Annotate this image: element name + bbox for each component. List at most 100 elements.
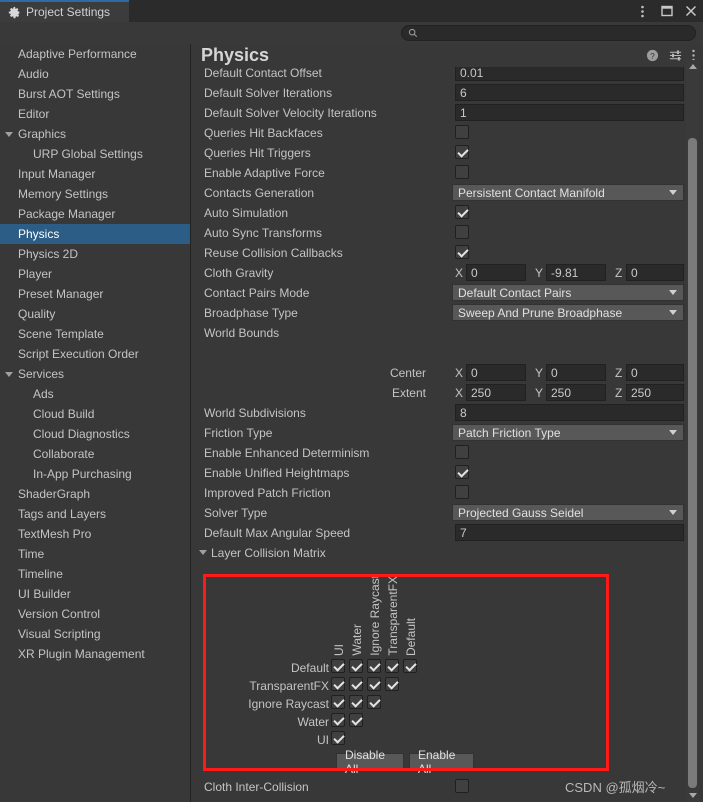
- sidebar-item-visual-scripting[interactable]: Visual Scripting: [0, 624, 190, 644]
- sidebar-item-textmesh-pro[interactable]: TextMesh Pro: [0, 524, 190, 544]
- dropdown-contacts-generation[interactable]: Persistent Contact Manifold: [452, 184, 684, 201]
- sidebar-item-adaptive-performance[interactable]: Adaptive Performance: [0, 44, 190, 64]
- checkbox-improved-patch-friction[interactable]: [455, 485, 469, 499]
- checkbox-enable-unified-heightmaps[interactable]: [455, 465, 469, 479]
- matrix-checkbox[interactable]: [367, 659, 381, 673]
- preset-icon[interactable]: [669, 49, 682, 62]
- matrix-checkbox[interactable]: [349, 659, 363, 673]
- matrix-checkbox[interactable]: [349, 713, 363, 727]
- axis-input-z[interactable]: 0: [626, 364, 684, 381]
- sidebar-item-script-execution-order[interactable]: Script Execution Order: [0, 344, 190, 364]
- axis-input-y[interactable]: 0: [546, 364, 606, 381]
- sidebar-item-tags-and-layers[interactable]: Tags and Layers: [0, 504, 190, 524]
- vector-prefix-label: Extent: [391, 386, 426, 400]
- sidebar-item-ui-builder[interactable]: UI Builder: [0, 584, 190, 604]
- matrix-checkbox[interactable]: [349, 677, 363, 691]
- sidebar-item-urp-global-settings[interactable]: URP Global Settings: [0, 144, 190, 164]
- sidebar-item-version-control[interactable]: Version Control: [0, 604, 190, 624]
- scroll-up-icon[interactable]: [686, 60, 699, 73]
- sidebar-item-collaborate[interactable]: Collaborate: [0, 444, 190, 464]
- sidebar-item-audio[interactable]: Audio: [0, 64, 190, 84]
- sidebar-item-quality[interactable]: Quality: [0, 304, 190, 324]
- scrollbar-thumb[interactable]: [688, 138, 697, 788]
- matrix-checkbox[interactable]: [331, 731, 345, 745]
- sidebar-item-editor[interactable]: Editor: [0, 104, 190, 124]
- field-input-world-subdivisions[interactable]: 8: [455, 404, 684, 421]
- dropdown-broadphase-type[interactable]: Sweep And Prune Broadphase: [452, 304, 684, 321]
- sidebar-item-time[interactable]: Time: [0, 544, 190, 564]
- field-input-default-solver-iterations[interactable]: 6: [455, 84, 684, 101]
- matrix-checkbox[interactable]: [331, 713, 345, 727]
- enable-all-button[interactable]: Enable All: [409, 748, 474, 776]
- sidebar-item-physics-2d[interactable]: Physics 2D: [0, 244, 190, 264]
- axis-input-z[interactable]: 0: [626, 264, 684, 281]
- search-input[interactable]: [421, 27, 691, 39]
- scroll-down-icon[interactable]: [686, 789, 699, 802]
- axis-input-y[interactable]: -9.81: [546, 264, 606, 281]
- sidebar-item-xr-plugin-management[interactable]: XR Plugin Management: [0, 644, 190, 664]
- sidebar-item-physics[interactable]: Physics: [0, 224, 190, 244]
- vertical-scrollbar[interactable]: [686, 60, 699, 802]
- matrix-checkbox[interactable]: [331, 659, 345, 673]
- checkbox-auto-sync-transforms[interactable]: [455, 225, 469, 239]
- chevron-down-icon[interactable]: [5, 131, 13, 137]
- sidebar-item-preset-manager[interactable]: Preset Manager: [0, 284, 190, 304]
- matrix-checkbox[interactable]: [367, 695, 381, 709]
- matrix-column-label: UI: [332, 644, 346, 656]
- checkbox-enable-adaptive-force[interactable]: [455, 165, 469, 179]
- sidebar-item-input-manager[interactable]: Input Manager: [0, 164, 190, 184]
- axis-input-z[interactable]: 250: [626, 384, 684, 401]
- checkbox-reuse-collision-callbacks[interactable]: [455, 245, 469, 259]
- scrollbar-track[interactable]: [686, 73, 699, 789]
- sidebar-item-cloud-diagnostics[interactable]: Cloud Diagnostics: [0, 424, 190, 444]
- sidebar-item-player[interactable]: Player: [0, 264, 190, 284]
- tab-project-settings[interactable]: Project Settings: [0, 0, 129, 22]
- sidebar-item-package-manager[interactable]: Package Manager: [0, 204, 190, 224]
- axis-input-x[interactable]: 250: [466, 384, 526, 401]
- matrix-checkbox[interactable]: [385, 677, 399, 691]
- sidebar-item-scene-template[interactable]: Scene Template: [0, 324, 190, 344]
- matrix-checkbox[interactable]: [331, 677, 345, 691]
- sidebar-item-burst-aot-settings[interactable]: Burst AOT Settings: [0, 84, 190, 104]
- foldout-layer-collision-matrix[interactable]: Layer Collision Matrix: [199, 546, 326, 560]
- sidebar-item-memory-settings[interactable]: Memory Settings: [0, 184, 190, 204]
- sidebar-item-cloud-build[interactable]: Cloud Build: [0, 404, 190, 424]
- axis-input-x[interactable]: 0: [466, 264, 526, 281]
- axis-input-x[interactable]: 0: [466, 364, 526, 381]
- sidebar-item-services[interactable]: Services: [0, 364, 190, 384]
- settings-row-enable-adaptive-force: Enable Adaptive Force: [191, 163, 686, 183]
- checkbox-enable-enhanced-determinism[interactable]: [455, 445, 469, 459]
- axis-input-y[interactable]: 250: [546, 384, 606, 401]
- kebab-menu-icon[interactable]: [636, 5, 649, 18]
- close-icon[interactable]: [684, 5, 697, 18]
- dropdown-solver-type[interactable]: Projected Gauss Seidel: [452, 504, 684, 521]
- matrix-checkbox[interactable]: [331, 695, 345, 709]
- dropdown-contact-pairs-mode[interactable]: Default Contact Pairs: [452, 284, 684, 301]
- sidebar-item-shadergraph[interactable]: ShaderGraph: [0, 484, 190, 504]
- sidebar-item-label: Quality: [18, 307, 56, 321]
- settings-sidebar[interactable]: Adaptive Performance Audio Burst AOT Setti…: [0, 44, 191, 802]
- field-input-default-max-angular-speed[interactable]: 7: [455, 524, 684, 541]
- checkbox-queries-hit-backfaces[interactable]: [455, 125, 469, 139]
- checkbox-auto-simulation[interactable]: [455, 205, 469, 219]
- sidebar-item-graphics[interactable]: Graphics: [0, 124, 190, 144]
- chevron-down-icon[interactable]: [5, 371, 13, 377]
- matrix-checkbox[interactable]: [403, 659, 417, 673]
- checkbox-queries-hit-triggers[interactable]: [455, 145, 469, 159]
- matrix-checkbox[interactable]: [367, 677, 381, 691]
- sidebar-item-in-app-purchasing[interactable]: In-App Purchasing: [0, 464, 190, 484]
- field-input-default-solver-velocity-iterations[interactable]: 1: [455, 104, 684, 121]
- sidebar-item-ads[interactable]: Ads: [0, 384, 190, 404]
- sidebar-item-timeline[interactable]: Timeline: [0, 564, 190, 584]
- checkbox-cloth-inter-collision[interactable]: [455, 779, 469, 793]
- search-box[interactable]: [401, 25, 696, 41]
- settings-row-improved-patch-friction: Improved Patch Friction: [191, 483, 686, 503]
- matrix-checkbox[interactable]: [385, 659, 399, 673]
- dropdown-friction-type[interactable]: Patch Friction Type: [452, 424, 684, 441]
- help-icon[interactable]: ?: [646, 49, 659, 62]
- disable-all-button[interactable]: Disable All: [336, 748, 404, 776]
- chevron-down-icon[interactable]: [199, 550, 207, 555]
- matrix-checkbox[interactable]: [349, 695, 363, 709]
- maximize-icon[interactable]: [660, 5, 673, 18]
- field-input-default-contact-offset[interactable]: 0.01: [455, 67, 684, 81]
